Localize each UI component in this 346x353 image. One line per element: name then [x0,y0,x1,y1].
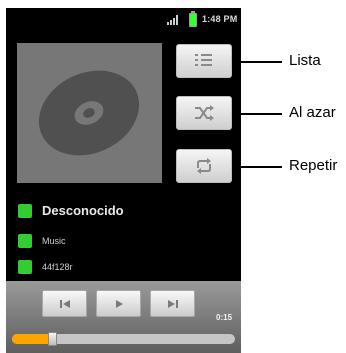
status-bar: 1:48 PM [6,8,241,30]
repeat-icon [197,158,211,174]
album-name: Music [42,236,66,246]
progress-fill [12,334,52,344]
callout-line-lista [232,61,282,63]
artist-icon [18,204,32,218]
signal-bars-icon [167,15,178,25]
previous-icon [60,300,70,308]
callout-al-azar: Al azar [289,104,336,121]
player-controls: 0:15 [6,281,241,353]
next-icon [168,300,178,308]
song-icon [18,260,32,274]
repeat-button[interactable] [176,149,232,183]
status-time: 1:48 PM [202,14,238,24]
callout-repetir: Repetir [289,157,338,174]
next-button[interactable] [150,290,195,317]
artist-name: Desconocido [42,203,124,218]
shuffle-button[interactable] [176,96,232,130]
progress-track[interactable] [12,334,235,344]
song-title: 44f128r [42,262,73,272]
shuffle-icon [195,105,214,121]
artist-row: Desconocido [18,203,218,219]
album-icon [18,234,32,248]
compact-disc-icon [38,70,140,156]
title-row: 44f128r [18,260,218,274]
album-art [17,43,162,183]
callout-lista: Lista [289,52,321,69]
callout-line-al-azar [232,113,282,115]
list-icon [195,54,212,66]
album-row: Music [18,234,218,248]
phone-screen: 1:48 PM Desconocido Music 44f128r 0:15 [6,8,241,353]
callout-line-repetir [232,166,282,168]
elapsed-time: 0:15 [216,313,233,322]
previous-button[interactable] [42,290,87,317]
progress-thumb[interactable] [48,332,57,346]
battery-icon [189,11,197,27]
list-button[interactable] [176,44,232,78]
play-icon [116,300,123,308]
play-button[interactable] [96,290,141,317]
